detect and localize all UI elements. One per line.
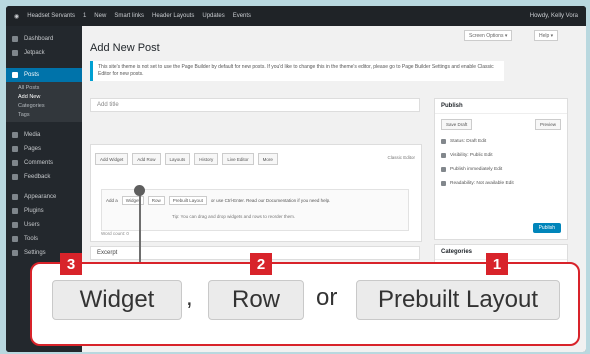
admin-bar-item-updates[interactable]: 1 (83, 13, 86, 19)
sidebar-item-feedback[interactable]: Feedback (6, 170, 82, 184)
page-title: Add New Post (90, 42, 160, 54)
users-icon (12, 222, 18, 228)
admin-bar-item-new[interactable]: New (94, 13, 106, 19)
callout-row-button[interactable]: Row (208, 280, 304, 320)
publish-box: Publish Save Draft Preview Status: Draft… (434, 98, 568, 240)
sidebar-item-users[interactable]: Users (6, 218, 82, 232)
history-tool[interactable]: History (194, 153, 219, 165)
more-tool[interactable]: More (257, 153, 278, 165)
appearance-icon (12, 194, 18, 200)
submenu-categories[interactable]: Categories (18, 102, 82, 111)
help-button[interactable]: Help ▾ (534, 30, 559, 41)
sidebar-item-plugins[interactable]: Plugins (6, 204, 82, 218)
admin-bar: ◉ Headset Servants 1 New Smart links Hea… (6, 6, 586, 26)
screen-options-button[interactable]: Screen Options ▾ (464, 30, 513, 41)
sidebar-item-dashboard[interactable]: Dashboard (6, 32, 82, 46)
builder-toolbar: Add Widget Add Row Layouts History Live … (95, 153, 278, 165)
sidebar-posts-submenu: All Posts Add New Categories Tags (6, 82, 82, 122)
callout-prebuilt-layout-button[interactable]: Prebuilt Layout (356, 280, 560, 320)
status-icon (441, 139, 446, 144)
save-draft-button[interactable]: Save Draft (441, 119, 473, 130)
layouts-tool[interactable]: Layouts (164, 153, 191, 165)
tools-icon (12, 236, 18, 242)
classic-editor-link[interactable]: Classic Editor (387, 155, 415, 160)
post-title-input[interactable]: Add title (90, 98, 420, 112)
media-icon (12, 132, 18, 138)
feedback-icon (12, 174, 18, 180)
plugins-icon (12, 208, 18, 214)
pages-icon (12, 146, 18, 152)
add-row-tool[interactable]: Add Row (132, 153, 161, 165)
sidebar-item-pages[interactable]: Pages (6, 142, 82, 156)
sidebar-item-tools[interactable]: Tools (6, 232, 82, 246)
publish-readability-row: Readability: Not available Edit (441, 181, 514, 186)
sidebar-item-comments[interactable]: Comments (6, 156, 82, 170)
admin-bar-item-smart-links[interactable]: Smart links (114, 13, 144, 19)
jetpack-icon (12, 50, 18, 56)
sidebar-item-jetpack[interactable]: Jetpack (6, 46, 82, 60)
callout-or-text: or (316, 284, 338, 311)
readability-icon (441, 181, 446, 186)
admin-bar-item-events[interactable]: Events (233, 13, 251, 19)
builder-notice: This site's theme is not set to use the … (90, 61, 504, 81)
stage-add-label: Add a (106, 198, 118, 203)
sidebar-item-appearance[interactable]: Appearance (6, 190, 82, 204)
admin-bar-user[interactable]: Howdy, Kelly Vora (530, 13, 578, 19)
builder-stage: Add a Widget Row Prebuilt Layout or use … (101, 189, 409, 231)
submenu-tags[interactable]: Tags (18, 111, 82, 120)
add-widget-tool[interactable]: Add Widget (95, 153, 129, 165)
step-badge-2: 2 (250, 253, 272, 275)
stage-tip: Tip: You can drag and drop widgets and r… (172, 214, 296, 219)
word-count: Word count: 0 (101, 231, 129, 236)
admin-bar-item-header-layouts[interactable]: Header Layouts (152, 13, 194, 19)
step-badge-1: 1 (486, 253, 508, 275)
sidebar-item-media[interactable]: Media (6, 128, 82, 142)
preview-button[interactable]: Preview (534, 119, 561, 130)
dashboard-icon (12, 36, 18, 42)
live-editor-tool[interactable]: Live Editor (222, 153, 254, 165)
stage-prebuilt-layout-button[interactable]: Prebuilt Layout (168, 196, 207, 205)
submenu-add-new[interactable]: Add New (18, 93, 82, 102)
admin-bar-item-updates-link[interactable]: Updates (202, 13, 224, 19)
wordpress-logo-icon[interactable]: ◉ (14, 13, 19, 20)
step-badge-3: 3 (60, 253, 82, 275)
stage-row-button[interactable]: Row (147, 196, 165, 205)
callout-widget-button[interactable]: Widget (52, 280, 182, 320)
publish-schedule-row: Publish immediately Edit (441, 167, 502, 172)
comments-icon (12, 160, 18, 166)
publish-button[interactable]: Publish (532, 223, 561, 233)
publish-visibility-row: Visibility: Public Edit (441, 153, 493, 158)
submenu-all-posts[interactable]: All Posts (18, 84, 82, 93)
publish-status-row: Status: Draft Edit (441, 139, 486, 144)
callout-comma: , (186, 284, 193, 311)
publish-box-title: Publish (435, 99, 567, 114)
visibility-icon (441, 153, 446, 158)
calendar-icon (441, 167, 446, 172)
settings-icon (12, 250, 18, 256)
pointer-dot (134, 185, 145, 196)
pin-icon (12, 72, 18, 78)
sidebar-item-posts[interactable]: Posts (6, 68, 82, 82)
admin-bar-item-site[interactable]: Headset Servants (27, 13, 75, 19)
stage-help-text: or use Ctrl-Enter. Read our Documentatio… (210, 198, 331, 203)
